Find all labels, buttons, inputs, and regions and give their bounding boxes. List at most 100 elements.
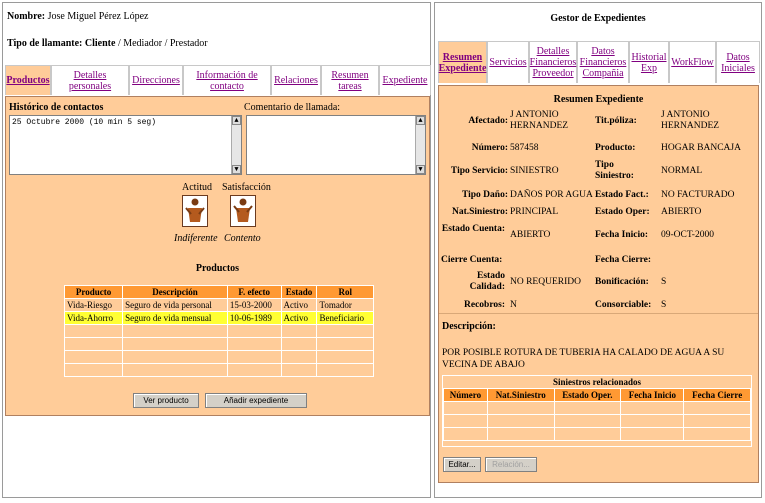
consorciable-value: S	[661, 300, 667, 310]
descripcion-value: POR POSIBLE ROTURA DE TUBERIA HA CALADO …	[442, 348, 725, 370]
estado-cuenta-value: ABIERTO	[510, 230, 551, 240]
col-estado-oper[interactable]: Estado Oper.	[553, 388, 622, 402]
historico-entry[interactable]: 25 Octubre 2000 (10 min 5 seg)	[12, 118, 156, 127]
col-rol[interactable]: Rol	[316, 285, 374, 299]
cell: 10-06-1989	[226, 311, 282, 325]
tipo-llamante-selected[interactable]: Cliente	[85, 38, 116, 49]
tipo-servicio-value: SINIESTRO	[510, 166, 559, 176]
estado-fact-value: NO FACTURADO	[661, 190, 735, 200]
historico-scrollbar[interactable]: ▲ ▼	[231, 116, 241, 174]
expediente-tabs: Resumen Expediente Servicios Detalles Fi…	[438, 41, 760, 83]
tab-detalles-personales[interactable]: Detalles personales	[51, 66, 129, 95]
actitud-figure-icon[interactable]	[182, 195, 208, 227]
actitud-label: Actitud	[182, 182, 212, 193]
ver-producto-button[interactable]: Ver producto	[133, 393, 199, 408]
resumen-panel: Resumen Expediente Afectado: J ANTONIO H…	[438, 85, 759, 483]
col-descripcion[interactable]: Descripción	[122, 285, 228, 299]
table-row-empty[interactable]	[443, 414, 751, 428]
productos-panel: Histórico de contactos Comentario de lla…	[5, 96, 430, 416]
tab-relaciones[interactable]: Relaciones	[271, 66, 321, 95]
tipo-llamante-label: Tipo de llamante:	[7, 38, 83, 49]
scroll-up-icon[interactable]: ▲	[232, 116, 241, 125]
productos-table: Producto Descripción F. efecto Estado Ro…	[63, 285, 374, 377]
tab-expediente[interactable]: Expediente	[379, 66, 431, 95]
cell: Vida-Riesgo	[63, 298, 124, 312]
tab-datos-iniciales[interactable]: Datos Iniciales	[716, 42, 760, 83]
tab-direcciones[interactable]: Direcciones	[129, 66, 183, 95]
numero-value: 587458	[510, 143, 539, 153]
cierre-cuenta-label: Cierre Cuenta:	[441, 255, 503, 265]
table-row-selected[interactable]: Vida-Ahorro Seguro de vida mensual 10-06…	[63, 311, 374, 325]
producto-label: Producto:	[595, 143, 636, 153]
tab-resumen-tareas[interactable]: Resumen tareas	[321, 66, 379, 95]
cell: Seguro de vida personal	[122, 298, 228, 312]
divider	[439, 313, 758, 314]
nombre-line: Nombre: Jose Miguel Pérez López	[7, 11, 148, 22]
tab-resumen-expediente[interactable]: Resumen Expediente	[438, 42, 487, 83]
bonificacion-label: Bonificación:	[595, 277, 649, 287]
table-row-empty[interactable]	[63, 324, 374, 338]
tipo-dano-label: Tipo Daño:	[461, 190, 508, 200]
historico-label: Histórico de contactos	[9, 102, 104, 113]
cell: Seguro de vida mensual	[122, 311, 228, 325]
comentario-label: Comentario de llamada:	[244, 102, 341, 113]
bonificacion-value: S	[661, 277, 667, 287]
col-fecha-inicio[interactable]: Fecha Inicio	[620, 388, 685, 402]
col-estado[interactable]: Estado	[280, 285, 318, 299]
siniestros-box: Siniestros relacionados Número Nat.Sinie…	[442, 375, 752, 447]
nombre-label: Nombre:	[7, 11, 46, 22]
comentario-textarea[interactable]: ▲ ▼	[246, 115, 426, 175]
cell: Activo	[280, 298, 318, 312]
historico-textarea[interactable]: 25 Octubre 2000 (10 min 5 seg) ▲ ▼	[9, 115, 242, 175]
table-row-empty[interactable]	[443, 427, 751, 441]
fecha-cierre-label: Fecha Cierre:	[595, 255, 652, 265]
scroll-down-icon[interactable]: ▼	[416, 165, 425, 174]
table-row-empty[interactable]	[63, 363, 374, 377]
tipo-llamante-options[interactable]: / Mediador / Prestador	[115, 38, 208, 49]
scroll-up-icon[interactable]: ▲	[416, 116, 425, 125]
estado-calidad-value: NO REQUERIDO	[510, 277, 581, 287]
titpoliza-value: J ANTONIO HERNANDEZ	[661, 110, 720, 131]
titpoliza-label: Tit.póliza:	[595, 116, 637, 126]
resumen-title: Resumen Expediente	[553, 94, 644, 105]
satisfaccion-label: Satisfacción	[222, 182, 271, 193]
recobros-label: Recobros:	[464, 300, 505, 310]
relacion-button[interactable]: Relación...	[485, 457, 537, 472]
consorciable-label: Consorciable:	[595, 300, 652, 310]
col-nat-siniestro[interactable]: Nat.Siniestro	[486, 388, 555, 402]
anadir-expediente-button[interactable]: Añadir expediente	[205, 393, 307, 408]
afectado-value: J ANTONIO HERNANDEZ	[510, 110, 569, 131]
editar-button[interactable]: Editar...	[443, 457, 481, 472]
cell: Tomador	[316, 298, 374, 312]
tab-historial-exp[interactable]: Historial Exp	[629, 42, 669, 83]
col-f-efecto[interactable]: F. efecto	[226, 285, 282, 299]
table-row-empty[interactable]	[63, 350, 374, 364]
scroll-down-icon[interactable]: ▼	[232, 165, 241, 174]
gestor-title: Gestor de Expedientes	[550, 13, 646, 24]
tipo-dano-value: DAÑOS POR AGUA	[510, 190, 593, 200]
table-row-empty[interactable]	[443, 401, 751, 415]
tab-detalles-financieros-proveedor[interactable]: Detalles Financieros Proveedor	[529, 42, 577, 83]
estado-oper-label: Estado Oper:	[595, 207, 650, 217]
col-numero[interactable]: Número	[443, 388, 488, 402]
estado-cuenta-label: Estado Cuenta:	[441, 224, 505, 234]
tipo-servicio-label: Tipo Servicio:	[450, 166, 508, 176]
productos-title: Productos	[195, 263, 240, 274]
table-row-empty[interactable]	[63, 337, 374, 351]
comentario-scrollbar[interactable]: ▲ ▼	[415, 116, 425, 174]
col-producto[interactable]: Producto	[63, 285, 124, 299]
satisfaccion-figure-icon[interactable]	[230, 195, 256, 227]
nombre-value: Jose Miguel Pérez López	[47, 11, 149, 22]
tab-servicios[interactable]: Servicios	[487, 42, 529, 83]
fecha-inicio-value: 09-OCT-2000	[661, 230, 714, 240]
tab-productos[interactable]: Productos	[5, 66, 51, 95]
tab-informacion-contacto[interactable]: Información de contacto	[183, 66, 271, 95]
tab-datos-financieros-compania[interactable]: Datos Financieros Compañia	[577, 42, 629, 83]
col-fecha-cierre[interactable]: Fecha Cierre	[683, 388, 751, 402]
descripcion-label: Descripción:	[442, 321, 496, 332]
tab-workflow[interactable]: WorkFlow	[669, 42, 716, 83]
table-row[interactable]: Vida-Riesgo Seguro de vida personal 15-0…	[63, 298, 374, 312]
tipo-siniestro-label: Tipo Siniestro:	[595, 160, 634, 181]
caller-frame: Nombre: Jose Miguel Pérez López Tipo de …	[2, 2, 431, 498]
nat-siniestro-value: PRINCIPAL	[510, 207, 559, 217]
